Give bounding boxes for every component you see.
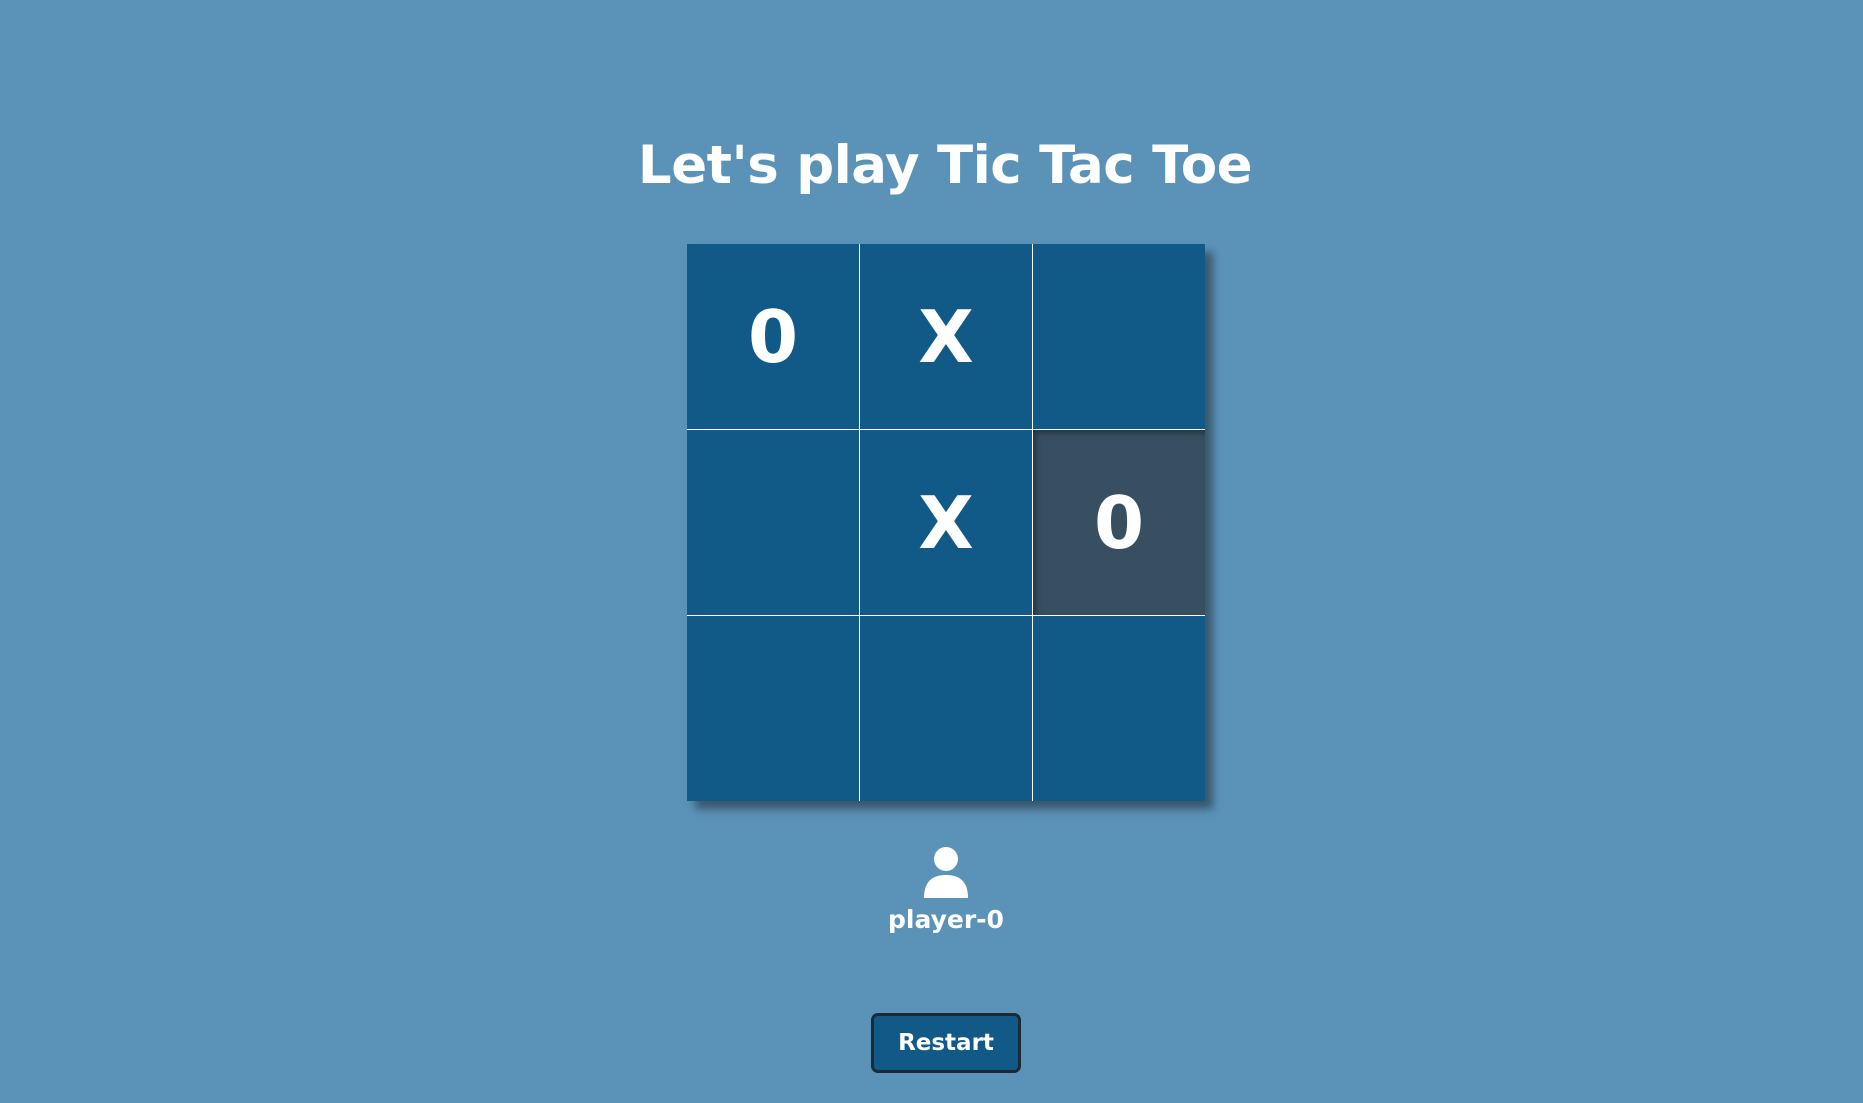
restart-button[interactable]: Restart [871,1013,1021,1073]
board-cell-6[interactable]: 0 [1033,430,1205,615]
board-cell-8[interactable] [860,616,1032,801]
board-cell-2[interactable]: X [860,244,1032,429]
board-cell-5[interactable]: X [860,430,1032,615]
player-name: player-0 [888,905,1004,934]
page-title: Let's play Tic Tac Toe [637,135,1253,196]
board-cell-4[interactable] [687,430,859,615]
board-cell-9[interactable] [1033,616,1205,801]
game-board: 0 X X 0 [687,244,1205,801]
board-cell-3[interactable] [1033,244,1205,429]
current-player: player-0 [846,846,1046,935]
board-cell-7[interactable] [687,616,859,801]
user-icon [924,847,968,898]
board-cell-1[interactable]: 0 [687,244,859,429]
